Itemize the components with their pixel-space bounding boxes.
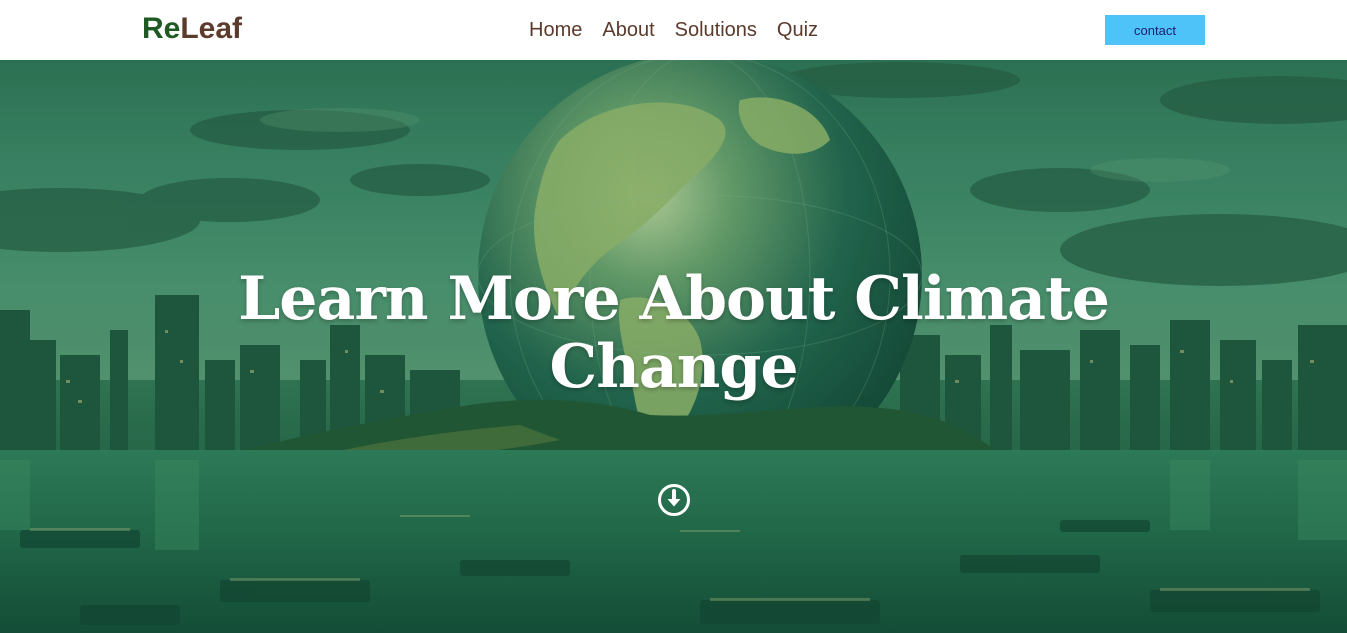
logo[interactable]: ReLeaf [142,12,242,46]
contact-button[interactable]: contact [1105,15,1205,45]
navbar: ReLeaf Home About Solutions Quiz contact [0,0,1347,60]
nav-link-solutions[interactable]: Solutions [675,19,757,41]
hero-section: Learn More About Climate Change [0,60,1347,633]
logo-part-re: Re [142,12,181,45]
arrow-down-circle-icon [658,484,690,516]
scroll-down-button[interactable] [657,483,691,517]
nav-link-about[interactable]: About [602,19,654,41]
nav-link-quiz[interactable]: Quiz [777,19,818,41]
hero-title: Learn More About Climate Change [238,264,1110,402]
nav-item-quiz: Quiz [777,17,818,43]
nav-item-solutions: Solutions [675,17,757,43]
nav-item-about: About [602,17,654,43]
nav-links: Home About Solutions Quiz [529,17,818,43]
nav-item-home: Home [529,17,582,43]
nav-link-home[interactable]: Home [529,19,582,41]
logo-part-leaf: Leaf [180,12,243,45]
